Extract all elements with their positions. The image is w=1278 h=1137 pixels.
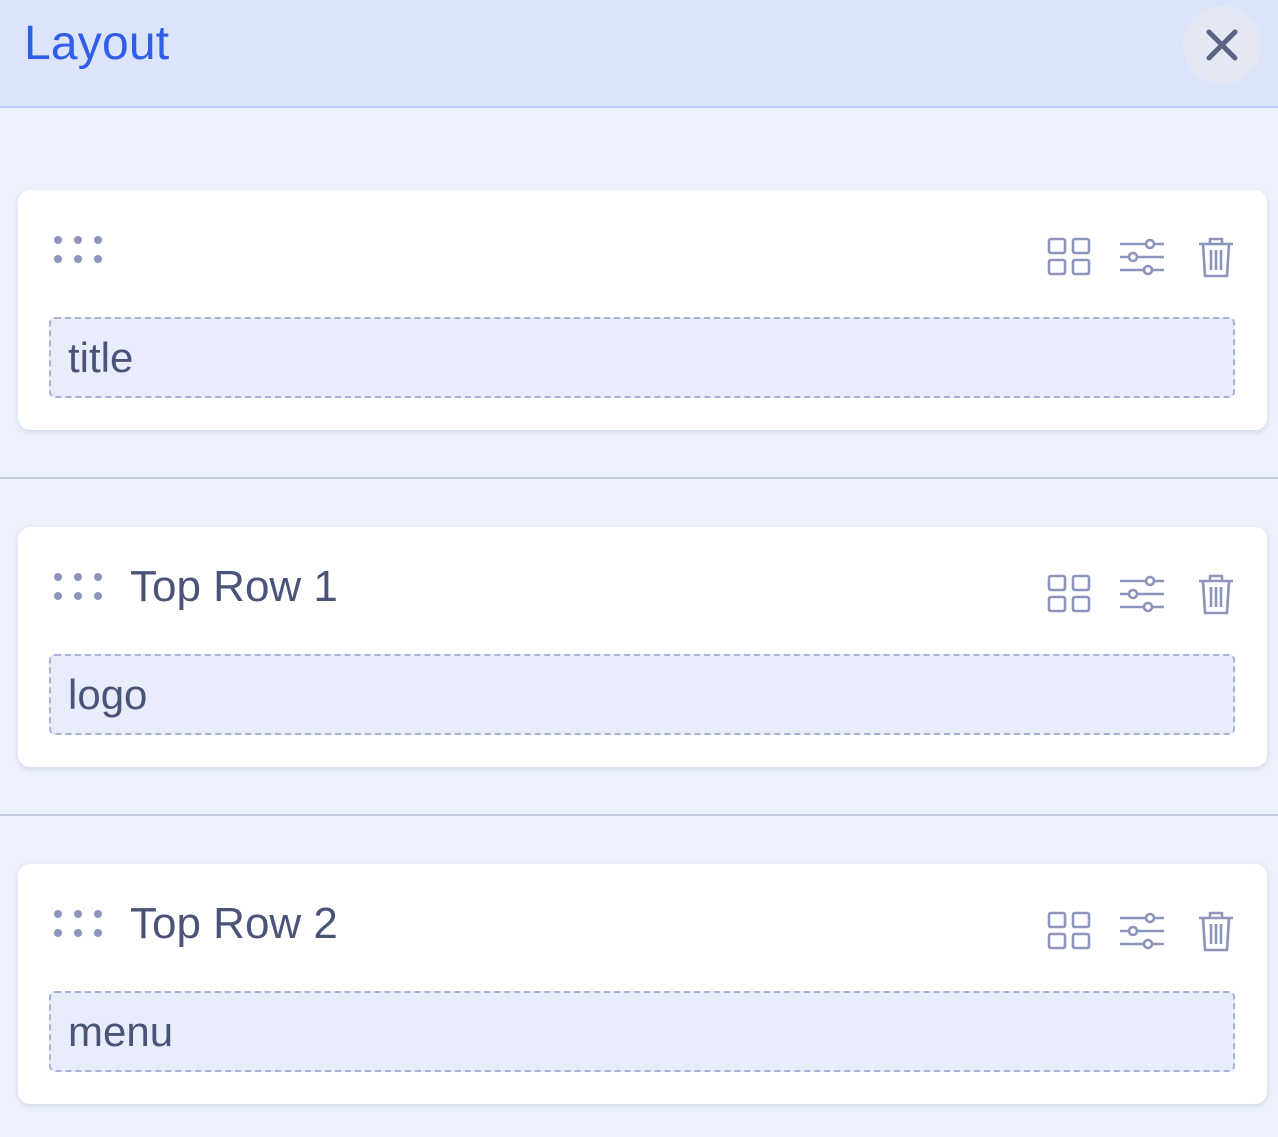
panel-title: Layout	[24, 17, 170, 70]
grid-button[interactable]	[1042, 906, 1096, 956]
drag-handle[interactable]	[52, 904, 104, 944]
sliders-icon	[1120, 238, 1164, 276]
delete-button[interactable]	[1189, 569, 1243, 619]
slot-item[interactable]: logo	[49, 654, 1235, 735]
slot-item[interactable]: title	[49, 317, 1235, 398]
close-button[interactable]	[1183, 6, 1261, 84]
close-icon	[1206, 29, 1238, 61]
settings-button[interactable]	[1115, 569, 1169, 619]
divider	[0, 477, 1278, 479]
drag-handle-icon	[54, 573, 102, 600]
panel-header: Layout	[0, 0, 1278, 108]
sliders-icon	[1120, 575, 1164, 613]
grid-icon	[1047, 911, 1091, 950]
layout-row-3: Top Row 2 menu	[18, 864, 1267, 1104]
grid-button[interactable]	[1042, 232, 1096, 282]
sliders-icon	[1120, 912, 1164, 950]
trash-icon	[1199, 911, 1233, 952]
row-title: Top Row 2	[130, 899, 338, 948]
delete-button[interactable]	[1189, 906, 1243, 956]
trash-icon	[1199, 574, 1233, 615]
layout-row-2: Top Row 1 logo	[18, 527, 1267, 767]
drag-handle-icon	[54, 910, 102, 937]
delete-button[interactable]	[1189, 232, 1243, 282]
settings-button[interactable]	[1115, 232, 1169, 282]
drag-handle[interactable]	[52, 567, 104, 607]
grid-icon	[1047, 574, 1091, 613]
grid-icon	[1047, 237, 1091, 276]
row-title: Top Row 1	[130, 562, 338, 611]
slot-item[interactable]: menu	[49, 991, 1235, 1072]
settings-button[interactable]	[1115, 906, 1169, 956]
drag-handle[interactable]	[52, 230, 104, 270]
divider	[0, 814, 1278, 816]
trash-icon	[1199, 237, 1233, 278]
grid-button[interactable]	[1042, 569, 1096, 619]
layout-row-1: title	[18, 190, 1267, 430]
drag-handle-icon	[54, 236, 102, 263]
